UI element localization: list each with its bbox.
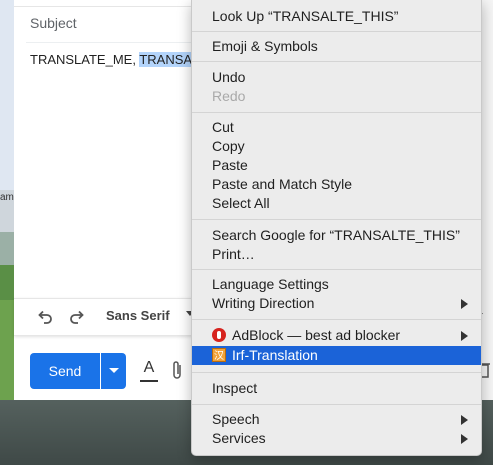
menu-separator: [192, 319, 481, 320]
menu-item-paste-match-style[interactable]: Paste and Match Style: [192, 175, 481, 194]
menu-item-speech[interactable]: Speech: [192, 410, 481, 429]
menu-item-adblock[interactable]: AdBlock — best ad blocker: [192, 326, 481, 345]
menu-item-services[interactable]: Services: [192, 429, 481, 448]
adblock-icon: [212, 328, 226, 342]
menu-separator: [192, 372, 481, 373]
irf-translation-icon: [212, 347, 226, 366]
menu-item-language-settings[interactable]: Language Settings: [192, 275, 481, 294]
menu-item-irf-translation[interactable]: Irf-Translation: [192, 346, 481, 366]
menu-separator: [192, 61, 481, 62]
menu-item-paste[interactable]: Paste: [192, 156, 481, 175]
menu-item-label: AdBlock — best ad blocker: [232, 327, 401, 343]
menu-item-label: Print…: [212, 246, 255, 262]
menu-separator: [192, 31, 481, 32]
menu-item-cut[interactable]: Cut: [192, 118, 481, 137]
undo-icon[interactable]: [36, 308, 54, 326]
body-text-plain: TRANSLATE_ME,: [30, 52, 140, 67]
menu-separator: [192, 219, 481, 220]
menu-item-look-up[interactable]: Look Up “TRANSALTE_THIS”: [192, 7, 481, 26]
menu-item-label: Select All: [212, 195, 270, 211]
menu-item-copy[interactable]: Copy: [192, 137, 481, 156]
menu-item-label: Irf-Translation: [232, 347, 318, 363]
menu-separator: [192, 112, 481, 113]
subject-field[interactable]: Subject: [30, 15, 77, 31]
send-options-button[interactable]: [101, 353, 126, 389]
desktop-background-left: [0, 0, 14, 465]
menu-item-label: Look Up “TRANSALTE_THIS”: [212, 8, 399, 24]
menu-item-label: Undo: [212, 69, 246, 85]
menu-separator: [192, 269, 481, 270]
menu-item-redo: Redo: [192, 87, 481, 106]
submenu-arrow-icon: [461, 434, 468, 444]
menu-item-label: Language Settings: [212, 276, 329, 292]
submenu-arrow-icon: [461, 415, 468, 425]
menu-item-label: Services: [212, 430, 266, 446]
menu-item-label: Writing Direction: [212, 295, 315, 311]
menu-item-label: Emoji & Symbols: [212, 38, 318, 54]
menu-item-select-all[interactable]: Select All: [192, 194, 481, 213]
body-text-selected: TRANSA: [139, 52, 193, 67]
menu-item-emoji-symbols[interactable]: Emoji & Symbols: [192, 37, 481, 56]
background-text-fragment: am: [0, 192, 14, 203]
submenu-arrow-icon: [461, 331, 468, 341]
paperclip-icon[interactable]: [170, 359, 184, 381]
submenu-arrow-icon: [461, 299, 468, 309]
menu-item-label: Paste: [212, 157, 248, 173]
send-button[interactable]: Send: [30, 353, 100, 389]
message-body[interactable]: TRANSLATE_ME, TRANSA: [30, 52, 193, 67]
menu-item-inspect[interactable]: Inspect: [192, 379, 481, 398]
font-family-select[interactable]: Sans Serif: [106, 308, 170, 323]
menu-item-label: Copy: [212, 138, 245, 154]
formatting-options-icon[interactable]: A: [138, 359, 160, 383]
menu-item-label: Redo: [212, 88, 246, 104]
context-menu: Look Up “TRANSALTE_THIS” Emoji & Symbols…: [191, 0, 482, 456]
menu-item-label: Speech: [212, 411, 260, 427]
menu-item-undo[interactable]: Undo: [192, 68, 481, 87]
menu-separator: [192, 404, 481, 405]
menu-item-label: Cut: [212, 119, 234, 135]
redo-icon[interactable]: [68, 308, 86, 326]
menu-item-print[interactable]: Print…: [192, 245, 481, 264]
menu-item-writing-direction[interactable]: Writing Direction: [192, 294, 481, 313]
menu-item-label: Search Google for “TRANSALTE_THIS”: [212, 227, 460, 243]
menu-item-label: Inspect: [212, 380, 258, 396]
menu-item-label: Paste and Match Style: [212, 176, 353, 192]
menu-item-search-google[interactable]: Search Google for “TRANSALTE_THIS”: [192, 226, 481, 245]
